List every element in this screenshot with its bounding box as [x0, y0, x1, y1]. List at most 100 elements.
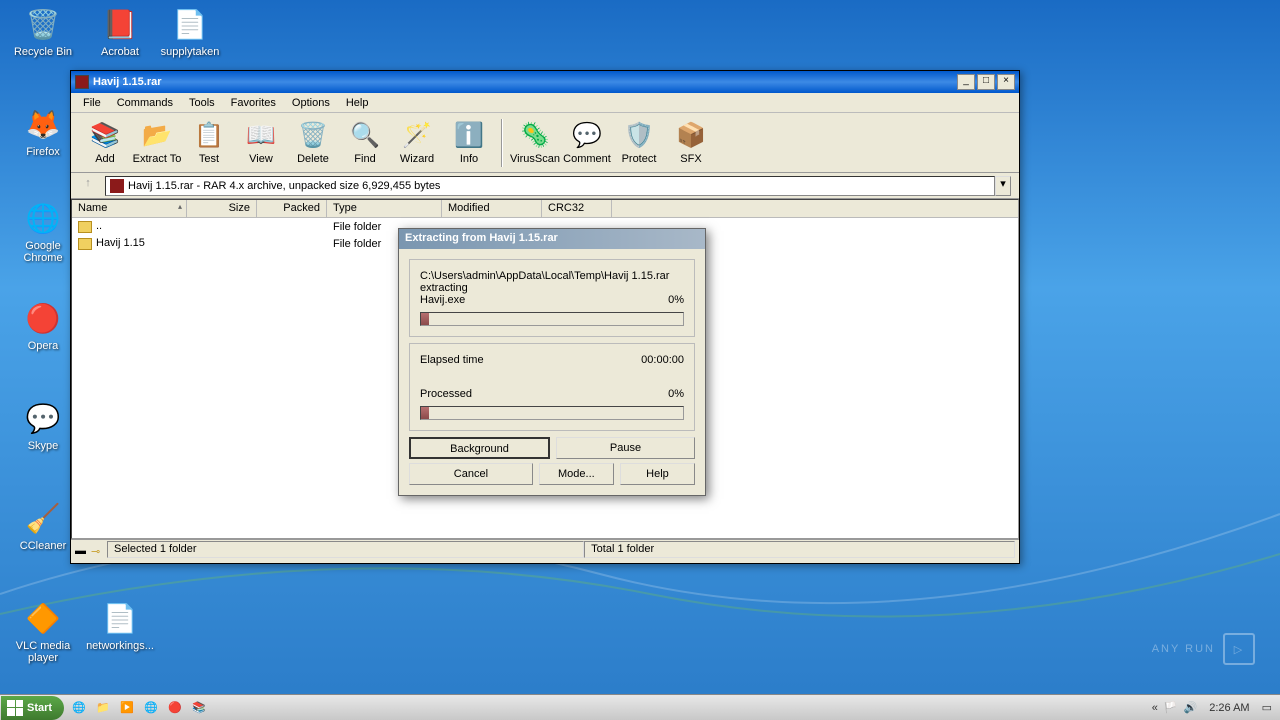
- start-button[interactable]: Start: [1, 696, 64, 720]
- info-button[interactable]: ℹ️Info: [443, 115, 495, 171]
- show-desktop[interactable]: ▭: [1262, 701, 1272, 714]
- desktop-icon[interactable]: 🦊 Firefox: [8, 104, 78, 158]
- test-button[interactable]: 📋Test: [183, 115, 235, 171]
- icon-label: Firefox: [8, 146, 78, 158]
- desktop-icon[interactable]: 🧹CCleaner: [8, 498, 78, 552]
- column-header[interactable]: CRC32: [542, 200, 612, 217]
- add-button[interactable]: 📚Add: [79, 115, 131, 171]
- play-icon: ▷: [1223, 633, 1255, 665]
- virusscan-button[interactable]: 🦠VirusScan: [509, 115, 561, 171]
- taskbar: Start 🌐 📁 ▶️ 🌐 🔴 📚 « 🏳️ 🔊 2:26 AM ▭: [0, 694, 1280, 720]
- statusbar: ▬ ⊸ Selected 1 folder Total 1 folder: [71, 539, 1019, 559]
- mode-button[interactable]: Mode...: [539, 463, 614, 485]
- explorer-icon[interactable]: 📁: [93, 698, 113, 718]
- volume-icon[interactable]: 🔊: [1184, 701, 1198, 714]
- icon-label: VLC media player: [8, 640, 78, 664]
- extract-action: extracting: [420, 282, 684, 294]
- icon-label: Google Chrome: [8, 240, 78, 264]
- path-text: Havij 1.15.rar - RAR 4.x archive, unpack…: [128, 180, 440, 192]
- app-icon: 🦊: [23, 104, 63, 144]
- menu-item[interactable]: Favorites: [223, 95, 284, 111]
- folder-icon: [78, 238, 92, 250]
- extract-to-button[interactable]: 📂Extract To: [131, 115, 183, 171]
- pause-button[interactable]: Pause: [556, 437, 695, 459]
- extract-info: C:\Users\admin\AppData\Local\Temp\Havij …: [409, 259, 695, 337]
- opera-icon[interactable]: 🔴: [165, 698, 185, 718]
- winrar-task-icon[interactable]: 📚: [189, 698, 209, 718]
- info-icon: ℹ️: [454, 121, 484, 151]
- tray-expand-icon[interactable]: «: [1152, 702, 1158, 714]
- menu-item[interactable]: Help: [338, 95, 377, 111]
- column-header[interactable]: Packed: [257, 200, 327, 217]
- file-progress: [420, 312, 684, 326]
- icon-label: networkings...: [85, 640, 155, 652]
- menu-item[interactable]: Tools: [181, 95, 223, 111]
- minimize-button[interactable]: _: [957, 74, 975, 90]
- comment-button[interactable]: 💬Comment: [561, 115, 613, 171]
- extract to-icon: 📂: [142, 121, 172, 151]
- desktop-icon[interactable]: 🗑️ Recycle Bin: [8, 4, 78, 58]
- time-info: Elapsed time 00:00:00 Processed 0%: [409, 343, 695, 431]
- find-button[interactable]: 🔍Find: [339, 115, 391, 171]
- desktop-icon[interactable]: 🔴Opera: [8, 298, 78, 352]
- winrar-icon: [75, 75, 89, 89]
- background-button[interactable]: Background: [409, 437, 550, 459]
- total-progress: [420, 406, 684, 420]
- desktop-icon[interactable]: 📄supplytaken: [155, 4, 225, 58]
- extract-path: C:\Users\admin\AppData\Local\Temp\Havij …: [420, 270, 684, 282]
- icon-label: Acrobat: [85, 46, 155, 58]
- column-header[interactable]: Name: [72, 200, 187, 217]
- column-header[interactable]: Size: [187, 200, 257, 217]
- elapsed-label: Elapsed time: [420, 354, 484, 366]
- menu-item[interactable]: Commands: [109, 95, 181, 111]
- cancel-button[interactable]: Cancel: [409, 463, 533, 485]
- protect-button[interactable]: 🛡️Protect: [613, 115, 665, 171]
- view-button[interactable]: 📖View: [235, 115, 287, 171]
- column-header[interactable]: Modified: [442, 200, 542, 217]
- app-icon: 📄: [100, 598, 140, 638]
- disk-icon: ▬: [75, 545, 89, 555]
- icon-label: Skype: [8, 440, 78, 452]
- quick-launch: 🌐 📁 ▶️ 🌐 🔴 📚: [65, 698, 213, 718]
- processed-label: Processed: [420, 388, 472, 400]
- watermark-text: ANY RUN: [1152, 643, 1215, 655]
- menu-item[interactable]: File: [75, 95, 109, 111]
- desktop-icon[interactable]: 🌐Google Chrome: [8, 198, 78, 264]
- dialog-title[interactable]: Extracting from Havij 1.15.rar: [399, 229, 705, 249]
- chrome-icon[interactable]: 🌐: [141, 698, 161, 718]
- column-headers: NameSizePackedTypeModifiedCRC32: [72, 200, 1018, 218]
- extract-dialog: Extracting from Havij 1.15.rar C:\Users\…: [398, 228, 706, 496]
- ie-icon[interactable]: 🌐: [69, 698, 89, 718]
- up-button[interactable]: ↑: [79, 177, 97, 195]
- virusscan-icon: 🦠: [520, 121, 550, 151]
- toolbar: 📚Add📂Extract To📋Test📖View🗑️Delete🔍Find🪄W…: [71, 113, 1019, 173]
- help-button[interactable]: Help: [620, 463, 695, 485]
- elapsed-value: 00:00:00: [641, 354, 684, 366]
- icon-label: Recycle Bin: [8, 46, 78, 58]
- player-icon[interactable]: ▶️: [117, 698, 137, 718]
- delete-button[interactable]: 🗑️Delete: [287, 115, 339, 171]
- desktop-icon[interactable]: 📕Acrobat: [85, 4, 155, 58]
- path-dropdown[interactable]: ▾: [995, 176, 1011, 196]
- find-icon: 🔍: [350, 121, 380, 151]
- sfx-button[interactable]: 📦SFX: [665, 115, 717, 171]
- start-label: Start: [27, 702, 52, 714]
- app-icon: 💬: [23, 398, 63, 438]
- desktop-icon[interactable]: 📄 networkings...: [85, 598, 155, 652]
- pathbar: ↑ Havij 1.15.rar - RAR 4.x archive, unpa…: [71, 173, 1019, 199]
- wizard-button[interactable]: 🪄Wizard: [391, 115, 443, 171]
- titlebar[interactable]: Havij 1.15.rar _ □ ×: [71, 71, 1019, 93]
- desktop-icon[interactable]: 💬 Skype: [8, 398, 78, 452]
- clock[interactable]: 2:26 AM: [1203, 702, 1255, 714]
- column-header[interactable]: Type: [327, 200, 442, 217]
- flag-icon[interactable]: 🏳️: [1164, 701, 1178, 714]
- extract-file-pct: 0%: [668, 294, 684, 306]
- path-field[interactable]: Havij 1.15.rar - RAR 4.x archive, unpack…: [105, 176, 995, 196]
- close-button[interactable]: ×: [997, 74, 1015, 90]
- maximize-button[interactable]: □: [977, 74, 995, 90]
- app-icon: 🗑️: [23, 4, 63, 44]
- menu-item[interactable]: Options: [284, 95, 338, 111]
- sfx-icon: 📦: [676, 121, 706, 151]
- desktop-icon[interactable]: 🔶VLC media player: [8, 598, 78, 664]
- view-icon: 📖: [246, 121, 276, 151]
